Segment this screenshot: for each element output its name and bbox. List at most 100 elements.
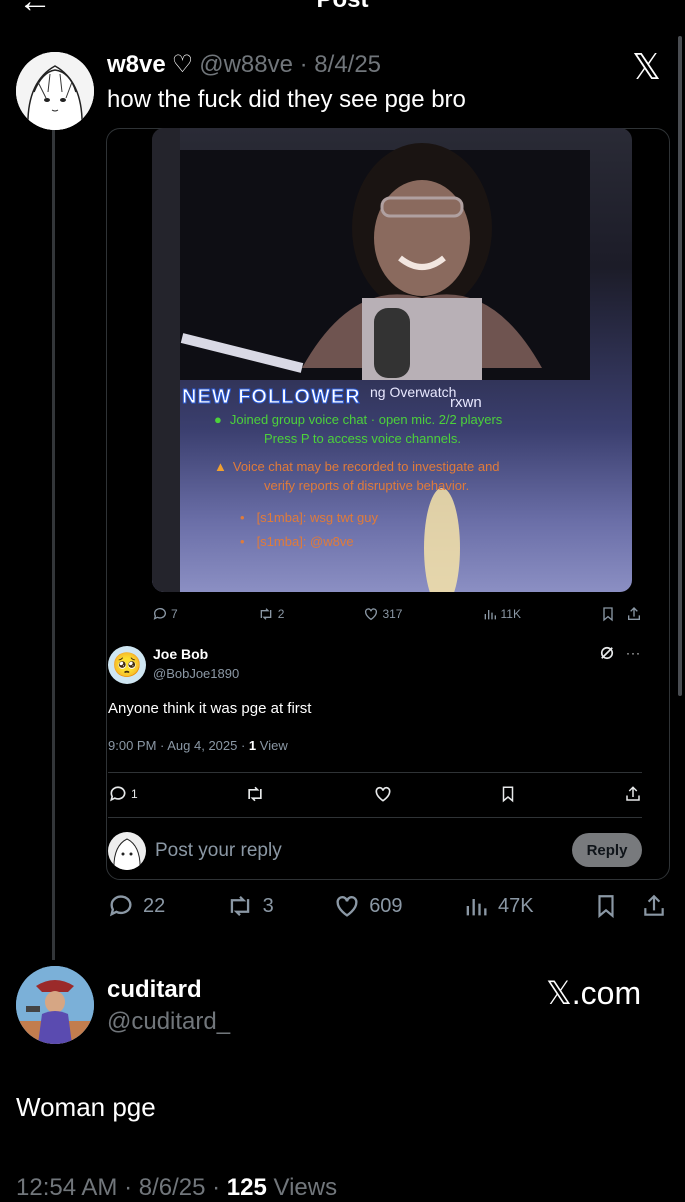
post-text: Woman pge [16,1092,156,1122]
avatar[interactable] [16,52,94,130]
views-metric[interactable]: 47K [462,892,534,920]
webcam-scene-icon [152,128,590,592]
reply-reply-count: 1 [131,787,138,801]
inner-like-metric[interactable]: 317 [363,606,402,622]
handle-and-date: @w88ve · 8/4/25 [199,50,382,78]
views-icon [484,610,496,620]
x-logo-icon: 𝕏 [632,46,662,87]
handle-text: @cuditard_ [107,1008,231,1035]
bookmark-icon[interactable] [499,784,517,804]
warning-text-2: verify reports of disruptive behavior. [264,478,470,493]
post-views-count: 125 [226,1174,267,1201]
inner-views-metric[interactable]: 11K [482,606,521,622]
repost-icon[interactable] [244,784,266,804]
post-header: w8ve ♡ @w88ve · 8/4/25 [107,50,381,79]
divider [108,772,642,773]
share-icon[interactable] [624,784,642,804]
post-metrics-row: 22 3 609 47K [107,892,667,920]
repost-icon [260,608,272,620]
reply-views-count: 1 [248,738,257,753]
post-time: 12:54 AM · 8/6/25 · [16,1174,227,1201]
reply-avatar[interactable]: 🥺 [108,646,146,684]
heart-icon [336,896,358,917]
heart-outline-icon: ♡ [171,51,194,78]
post-timestamp: 12:54 AM · 8/6/25 · 125 Views [16,1174,337,1202]
repost-metric[interactable]: 3 [225,892,274,920]
chat-text-2: [s1mba]: @w8ve [256,534,354,549]
warning-icon: ▲ [214,459,227,474]
bookmark-icon[interactable] [593,892,619,920]
heart-icon [365,608,378,621]
reply-author-name[interactable]: Joe Bob [153,646,208,662]
chat-line-1: • [s1mba]: wsg twt guy [240,510,378,525]
like-count: 609 [369,894,403,917]
author-name[interactable]: cuditard [107,976,202,1004]
more-options-icon[interactable]: ••• [620,0,655,10]
thread-line [52,130,55,960]
bullet-icon: • [240,510,245,525]
warning-text: Voice chat may be recorded to investigat… [232,459,500,474]
anime-avatar-icon [113,838,141,870]
cowboy-avatar-icon [16,966,94,1044]
post-text: how the fuck did they see pge bro [107,86,466,113]
heart-icon[interactable] [373,784,393,804]
avatar[interactable] [16,966,94,1044]
reply-more-icon[interactable]: ··· [626,646,641,660]
inner-reply-count: 7 [171,607,178,621]
repost-icon [230,895,249,917]
views-icon [466,899,487,916]
stream-image[interactable]: NEW FOLLOWER ng Overwatch rxwn ● Joined g… [152,128,632,592]
reply-input[interactable]: Post your reply [155,840,282,862]
composer-avatar [108,832,146,870]
inner-like-count: 317 [382,607,403,621]
inner-repost-metric[interactable]: 2 [257,606,285,622]
page-title: Post [0,0,685,14]
username-overlay: rxwn [450,394,482,411]
warning-line: ▲ Voice chat may be recorded to investiga… [214,459,500,474]
voice-chat-line: ● Joined group voice chat · open mic. 2/2… [214,412,502,427]
grok-icon[interactable] [598,644,616,662]
pleading-face-icon: 🥺 [112,651,142,679]
voice-chat-text: Joined group voice chat · open mic. 2/2 … [229,412,503,427]
reply-button[interactable]: Reply [572,833,642,867]
divider [108,817,642,818]
inner-repost-count: 2 [277,607,285,621]
post-actions [593,892,667,920]
author-handle: @cuditard_ [107,1008,230,1036]
reply-handle: @BobJoe1890 [153,666,240,681]
reply-reply-button[interactable]: 1 [108,784,138,804]
post-views-label: Views [273,1174,338,1201]
game-label: ng Overwatch [370,384,457,400]
inner-views-count: 11K [500,607,521,621]
bookmark-icon[interactable] [600,606,616,622]
reply-metric[interactable]: 22 [107,892,165,920]
anime-avatar-icon [16,52,94,130]
voice-chat-hint: Press P to access voice channels. [264,431,462,446]
like-metric[interactable]: 609 [333,892,403,920]
chat-text-1: [s1mba]: wsg twt guy [256,510,378,525]
share-icon[interactable] [626,606,642,622]
voice-dot-icon: ● [214,412,222,427]
bullet-icon: • [240,534,245,549]
x-com-logo: 𝕏.com [546,975,642,1011]
reply-icon [110,786,126,802]
reply-text: Anyone think it was pge at first [108,700,312,717]
share-icon[interactable] [641,892,667,920]
reply-time: 9:00 PM · Aug 4, 2025 · [108,738,249,753]
reply-timestamp: 9:00 PM · Aug 4, 2025 · 1 View [108,738,288,753]
reply-views-label: View [259,738,288,753]
author-name[interactable]: w8ve [107,51,166,79]
views-count: 47K [497,894,534,917]
repost-count: 3 [262,894,274,917]
reply-icon [153,608,166,620]
reply-actions: ··· [598,644,641,662]
inner-metrics-row: 7 2 317 11K [152,606,642,622]
scrollbar[interactable] [678,36,682,696]
reply-icon [109,895,132,917]
new-follower-label: NEW FOLLOWER [182,386,361,409]
reply-count: 22 [143,894,166,917]
reply-action-bar: 1 [108,784,642,804]
chat-line-2: • [s1mba]: @w8ve [240,534,354,549]
inner-reply-metric[interactable]: 7 [152,606,178,622]
inner-actions [600,606,642,622]
